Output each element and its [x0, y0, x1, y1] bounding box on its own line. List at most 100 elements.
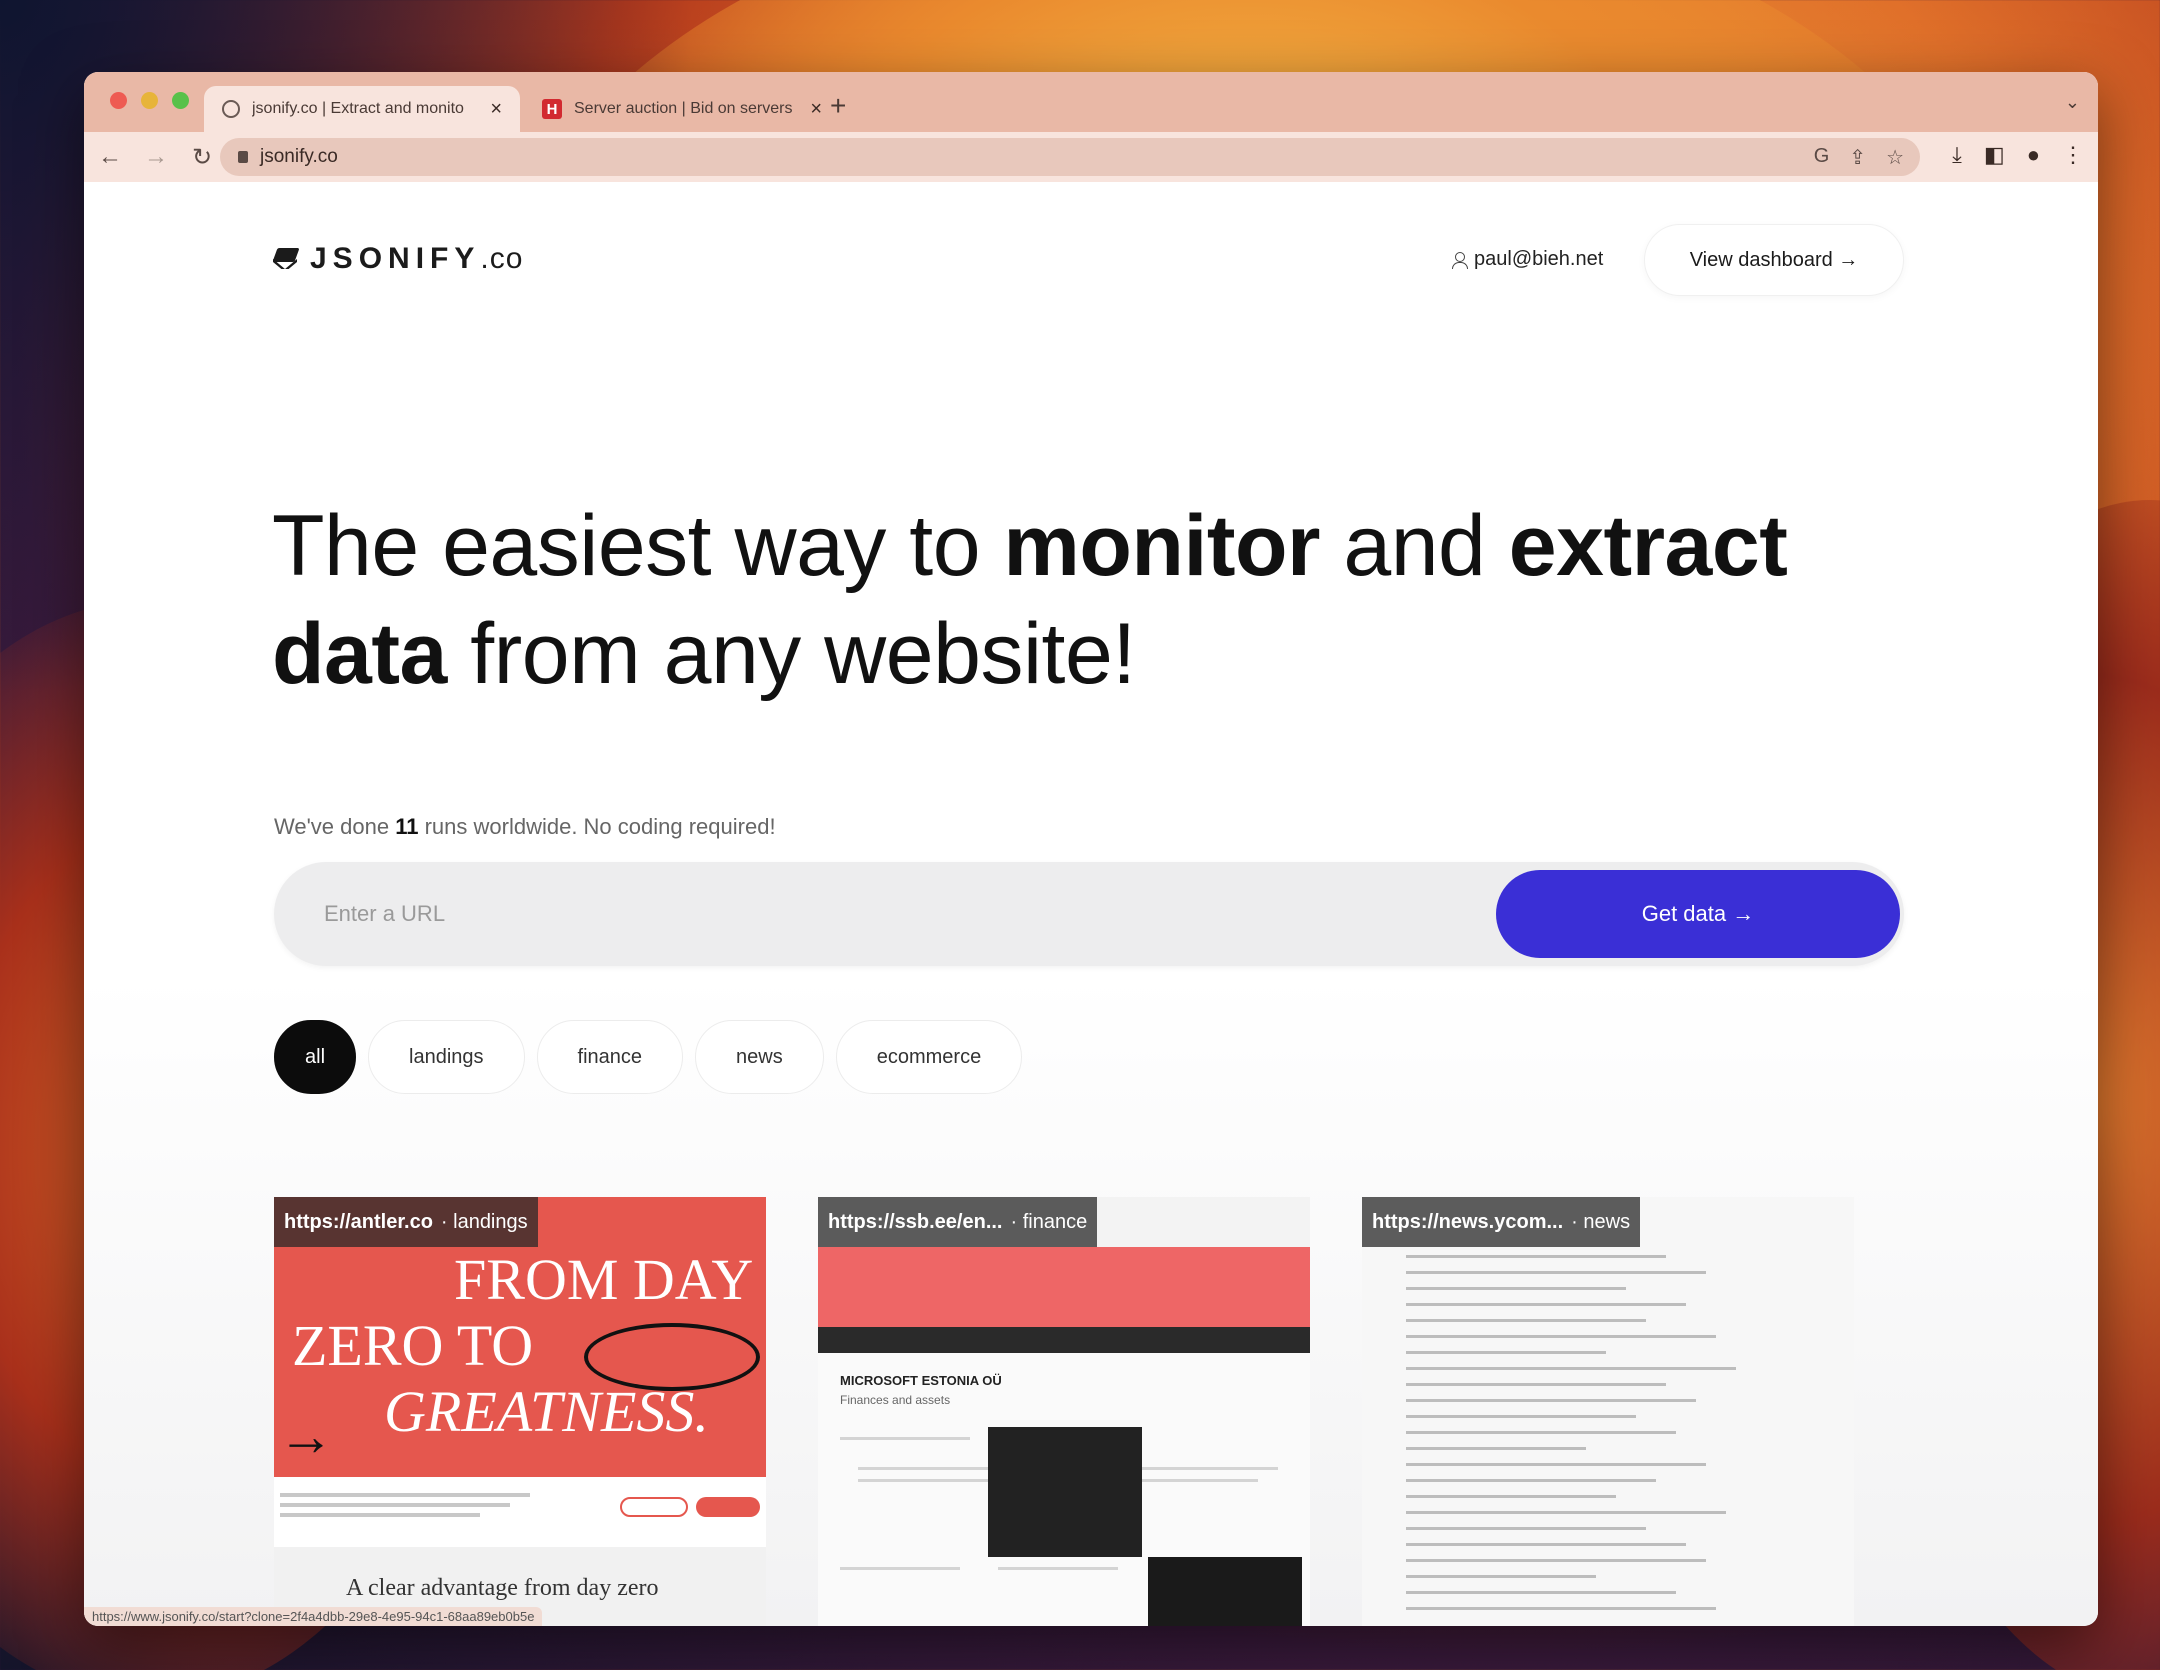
arrow-icon: → — [278, 1404, 334, 1467]
get-data-button[interactable]: Get data → — [1496, 870, 1900, 958]
news-row — [1406, 1463, 1706, 1466]
preview-dark-block — [1148, 1557, 1302, 1626]
cookie-text-line — [280, 1513, 480, 1517]
chevron-down-icon[interactable]: ⌄ — [2065, 92, 2080, 113]
news-row — [1406, 1399, 1696, 1402]
card-label: https://ssb.ee/en... · finance — [818, 1197, 1098, 1247]
address-bar[interactable]: jsonify.co G ⇪ ☆ — [220, 138, 1920, 176]
news-row — [1406, 1351, 1606, 1354]
page-content: JSONIFY.co paul@bieh.net View dashboard … — [84, 182, 2098, 1626]
preview-nav — [818, 1327, 1310, 1353]
news-row — [1406, 1479, 1656, 1482]
download-icon[interactable]: ⤓ — [1952, 142, 1962, 168]
example-card-landings[interactable]: https://antler.co · landings FROM DAY ZER… — [274, 1197, 766, 1626]
filter-landings[interactable]: landings — [368, 1020, 525, 1094]
news-row — [1406, 1543, 1686, 1546]
cookie-accept-button — [696, 1497, 760, 1517]
close-window-button[interactable] — [110, 92, 127, 109]
news-row — [1406, 1559, 1706, 1562]
news-row — [1406, 1591, 1676, 1594]
sidebar-icon[interactable]: ◧ — [1984, 142, 2005, 168]
tab-title: jsonify.co | Extract and monito — [252, 100, 464, 117]
logo-icon — [272, 247, 300, 271]
news-row — [1406, 1511, 1726, 1514]
share-icon[interactable]: ⇪ — [1849, 145, 1866, 170]
news-row — [1406, 1319, 1646, 1322]
view-dashboard-button[interactable]: View dashboard → — [1644, 224, 1904, 296]
link-status-bar: https://www.jsonify.co/start?clone=2f4a4… — [84, 1607, 543, 1626]
minimize-window-button[interactable] — [141, 92, 158, 109]
oval-decoration — [584, 1323, 760, 1391]
cookie-deny-button — [620, 1497, 688, 1517]
card-label: https://antler.co · landings — [274, 1197, 538, 1247]
card-label: https://news.ycom... · news — [1362, 1197, 1641, 1247]
example-card-finance[interactable]: https://ssb.ee/en... · finance MICROSOFT … — [818, 1197, 1310, 1626]
close-icon[interactable]: × — [490, 98, 502, 121]
logo-text: JSONIFY.co — [310, 242, 524, 275]
news-row — [1406, 1575, 1596, 1578]
filter-ecommerce[interactable]: ecommerce — [835, 1020, 1023, 1094]
filter-all[interactable]: all — [274, 1020, 357, 1094]
back-icon[interactable]: ← — [98, 143, 122, 171]
news-row — [1406, 1415, 1636, 1418]
user-icon — [1452, 251, 1468, 269]
hero-heading: The easiest way to monitor and extract da… — [272, 498, 1788, 702]
url-input[interactable] — [324, 892, 1424, 936]
browser-window: jsonify.co | Extract and monito × H Serv… — [84, 72, 2098, 1626]
extension-icon[interactable]: ● — [2027, 142, 2040, 168]
user-account[interactable]: paul@bieh.net — [1452, 248, 1603, 271]
browser-toolbar: ← → ↻ jsonify.co G ⇪ ☆ ⤓ ◧ ● ⋮ — [84, 132, 2098, 182]
forward-icon[interactable]: → — [144, 143, 168, 171]
news-row — [1406, 1495, 1616, 1498]
news-row — [1406, 1271, 1706, 1274]
preview-subtitle: Finances and assets — [840, 1393, 951, 1407]
reload-icon[interactable]: ↻ — [190, 143, 214, 172]
cookie-text-line — [280, 1493, 530, 1497]
news-row — [1406, 1303, 1686, 1306]
preview-header — [818, 1247, 1310, 1327]
preview-company: MICROSOFT ESTONIA OÜ — [840, 1373, 1002, 1388]
close-icon[interactable]: × — [810, 98, 822, 121]
globe-icon — [222, 100, 240, 118]
preview-dark-block — [988, 1427, 1142, 1557]
preview-headline-line2: ZERO TO — [292, 1313, 534, 1378]
news-row — [1406, 1367, 1736, 1370]
category-filters: all landings finance news ecommerce — [274, 1020, 1023, 1094]
cookie-text-line — [280, 1503, 510, 1507]
window-controls — [110, 92, 189, 109]
user-email: paul@bieh.net — [1474, 248, 1604, 270]
filter-news[interactable]: news — [695, 1020, 824, 1094]
cookie-banner — [274, 1477, 766, 1547]
maximize-window-button[interactable] — [172, 92, 189, 109]
tab-bar: jsonify.co | Extract and monito × H Serv… — [84, 72, 2098, 132]
star-icon[interactable]: ☆ — [1886, 145, 1904, 170]
filter-finance[interactable]: finance — [536, 1020, 684, 1094]
example-card-news[interactable]: https://news.ycom... · news — [1362, 1197, 1854, 1626]
new-tab-button[interactable]: + — [830, 90, 846, 122]
lock-icon — [238, 151, 248, 163]
tab-server-auction[interactable]: H Server auction | Bid on servers × — [524, 86, 840, 132]
tab-jsonify[interactable]: jsonify.co | Extract and monito × — [204, 86, 520, 132]
preview-line — [840, 1437, 970, 1440]
google-icon[interactable]: G — [1814, 145, 1830, 170]
hetzner-icon: H — [542, 99, 562, 119]
address-text: jsonify.co — [260, 146, 338, 167]
url-search-bar: Get data → — [274, 862, 1904, 966]
preview-tagline: A clear advantage from day zero — [346, 1575, 659, 1601]
news-row — [1406, 1255, 1666, 1258]
news-row — [1406, 1447, 1586, 1450]
preview-line — [840, 1567, 960, 1570]
news-row — [1406, 1607, 1716, 1610]
preview-headline-line1: FROM DAY — [454, 1247, 754, 1312]
runs-stat: We've done 11 runs worldwide. No coding … — [274, 814, 776, 839]
tab-title: Server auction | Bid on servers — [574, 100, 793, 117]
news-row — [1406, 1383, 1666, 1386]
example-cards: https://antler.co · landings FROM DAY ZER… — [274, 1197, 1854, 1626]
preview-line — [998, 1567, 1118, 1570]
news-row — [1406, 1335, 1716, 1338]
news-row — [1406, 1431, 1676, 1434]
news-row — [1406, 1287, 1626, 1290]
menu-icon[interactable]: ⋮ — [2062, 142, 2084, 168]
logo[interactable]: JSONIFY.co — [272, 242, 523, 276]
news-row — [1406, 1527, 1646, 1530]
